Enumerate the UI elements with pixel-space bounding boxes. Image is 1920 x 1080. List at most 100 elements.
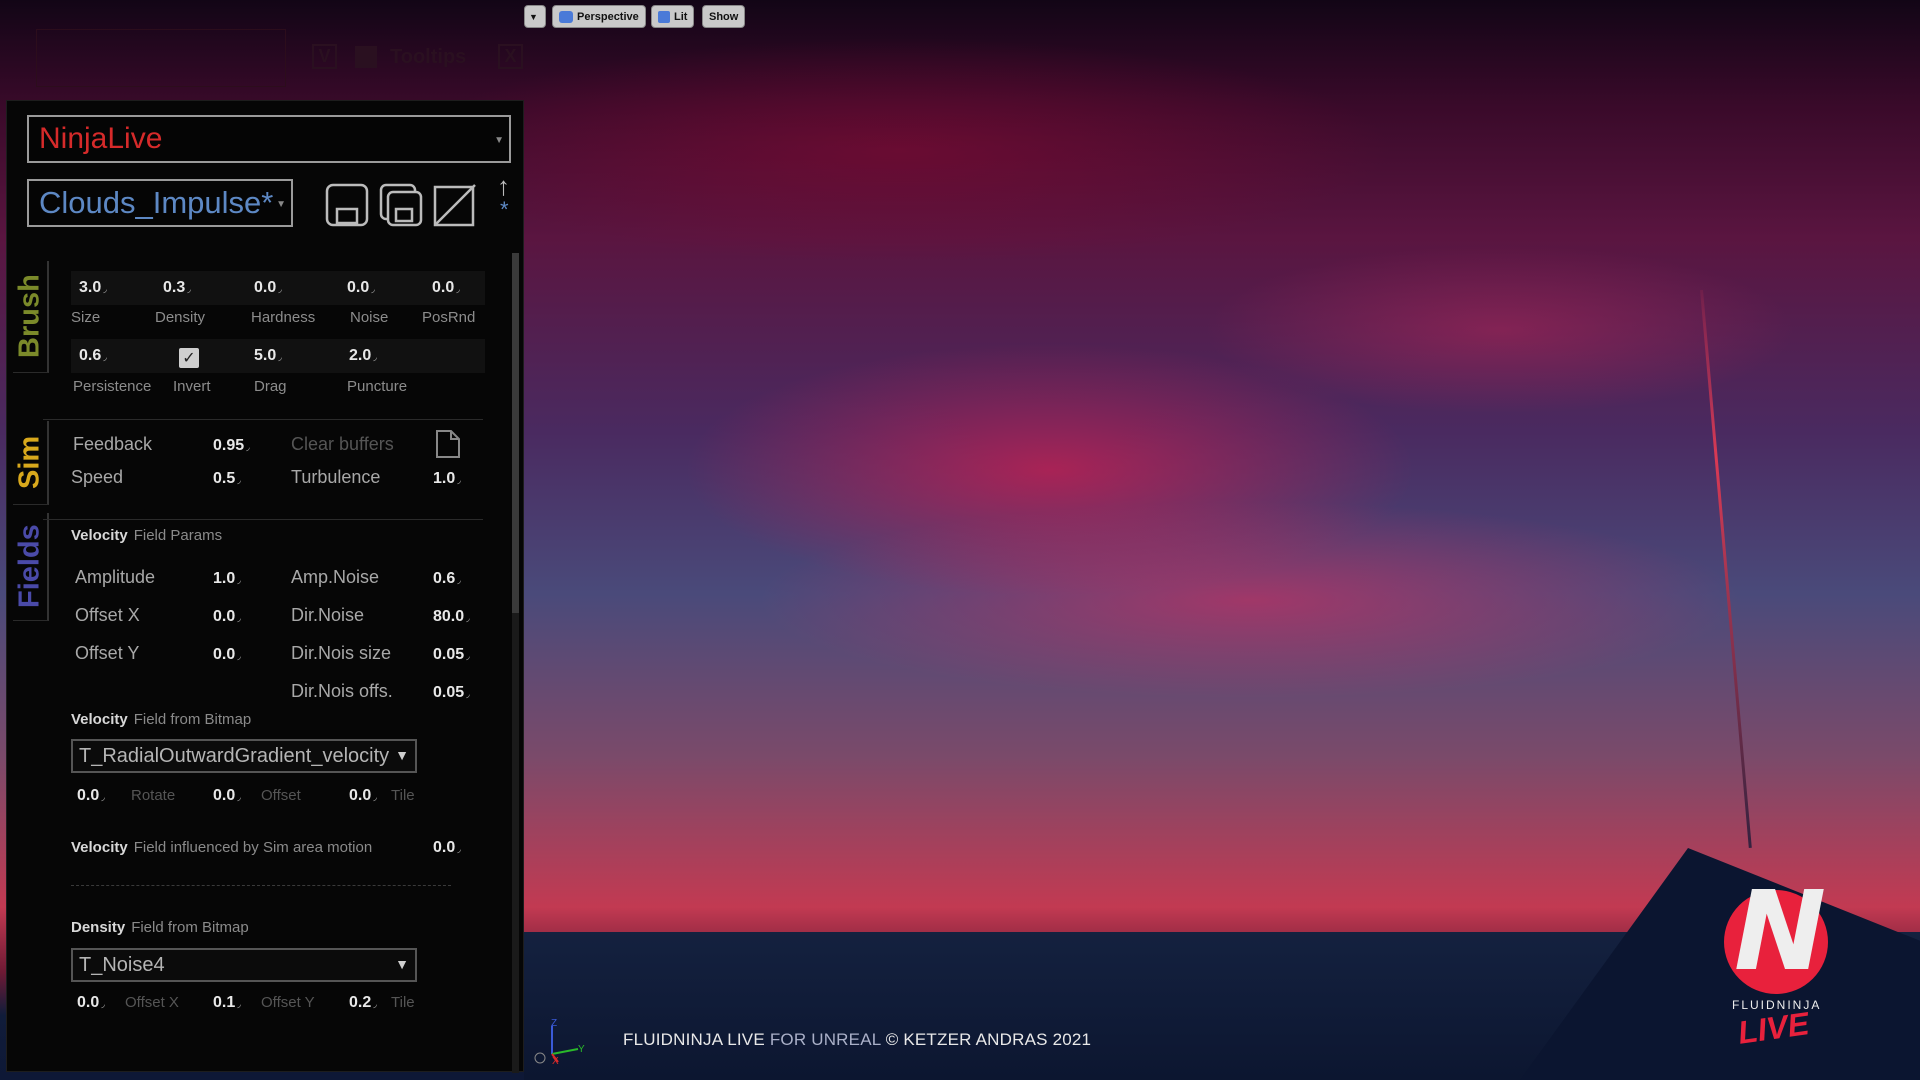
noise-label: Noise [350, 309, 389, 326]
turbulence-value[interactable]: 1.0 [433, 470, 461, 488]
section-divider [43, 519, 483, 520]
velocity-bitmap-select[interactable]: T_RadialOutwardGradient_velocity ▼ [71, 739, 417, 773]
puncture-value[interactable]: 2.0 [349, 347, 377, 365]
velocity-params-head: Velocity [71, 527, 128, 544]
bitmap-tile-label: Tile [391, 787, 415, 804]
persistence-label: Persistence [73, 378, 152, 395]
dir-nois-size-label: Dir.Nois size [291, 643, 392, 663]
dir-noise-value[interactable]: 80.0 [433, 608, 470, 626]
ghost-v-label: V [318, 46, 331, 66]
bitmap-offset-value[interactable]: 0.0 [213, 787, 241, 805]
offset-y-value[interactable]: 0.0 [213, 646, 241, 664]
posrnd-value[interactable]: 0.0 [432, 279, 460, 297]
lit-icon [658, 10, 670, 23]
tab-sim[interactable]: Sim [13, 421, 49, 505]
document-icon [436, 430, 460, 458]
velocity-motion-value[interactable]: 0.0 [433, 839, 461, 857]
offset-x-label: Offset X [75, 605, 140, 625]
velocity-params-sub: Field Params [133, 527, 223, 544]
lit-button[interactable]: Lit [651, 5, 695, 28]
drag-value[interactable]: 5.0 [254, 347, 282, 365]
save-as-button[interactable] [379, 183, 423, 227]
show-label: Show [709, 10, 739, 23]
offset-x-value[interactable]: 0.0 [213, 608, 241, 626]
puncture-label: Puncture [347, 378, 408, 395]
ghost-v-button[interactable]: V [312, 44, 337, 69]
clear-buffers-button[interactable] [435, 429, 461, 459]
offset-y-label: Offset Y [75, 643, 140, 663]
velocity-bitmap-heading: Velocity Field from Bitmap [71, 711, 251, 728]
axis-x-label: X [552, 1056, 559, 1067]
density-value[interactable]: 0.3 [163, 279, 191, 297]
logo-live: LIVE [1735, 1005, 1812, 1051]
density-heading: Density Field from Bitmap [71, 919, 249, 936]
tab-fields-label: Fields [13, 524, 46, 609]
velocity-motion-head: Velocity [71, 839, 128, 856]
feedback-label: Feedback [73, 434, 153, 454]
footer-brand: FLUIDNINJA LIVE [623, 1030, 765, 1049]
ghost-tooltips-label: Tooltips [390, 46, 467, 68]
velocity-bitmap-sub: Field from Bitmap [133, 711, 252, 728]
lit-label: Lit [674, 10, 688, 23]
hardness-value[interactable]: 0.0 [254, 279, 282, 297]
preset-select[interactable]: NinjaLive ▼ [27, 115, 511, 163]
invert-checkbox[interactable]: ✓ [179, 348, 199, 368]
size-value[interactable]: 3.0 [79, 279, 107, 297]
clear-buffers-label: Clear buffers [291, 434, 394, 454]
speed-value[interactable]: 0.5 [213, 470, 241, 488]
chevron-down-icon: ▼ [276, 199, 286, 210]
dir-nois-offs-value[interactable]: 0.05 [433, 684, 470, 702]
amp-noise-label: Amp.Noise [291, 567, 380, 587]
dir-noise-label: Dir.Noise [291, 605, 365, 625]
footer-for-unreal: FOR UNREAL [769, 1030, 881, 1049]
save-button[interactable] [325, 183, 369, 227]
persistence-value[interactable]: 0.6 [79, 347, 107, 365]
tab-brush[interactable]: Brush [13, 261, 49, 373]
modified-star: * [500, 197, 509, 222]
footer-copyright: © KETZER ANDRAS 2021 [885, 1030, 1092, 1049]
clear-preset-button[interactable] [433, 183, 477, 227]
density-offset-x-value[interactable]: 0.0 [77, 994, 105, 1012]
density-head: Density [71, 919, 126, 936]
perspective-label: Perspective [577, 10, 639, 23]
velocity-bitmap-head: Velocity [71, 711, 128, 728]
dir-nois-size-value[interactable]: 0.05 [433, 646, 470, 664]
ghost-x-label: X [504, 46, 517, 66]
perspective-button[interactable]: Perspective [552, 5, 646, 28]
tab-fields[interactable]: Fields [13, 513, 49, 621]
tab-brush-label: Brush [13, 274, 46, 359]
axis-z-label: Z [551, 1018, 558, 1029]
bitmap-tile-value[interactable]: 0.0 [349, 787, 377, 805]
checkmark-icon: ✓ [182, 350, 196, 367]
density-bitmap-select[interactable]: T_Noise4 ▼ [71, 948, 417, 982]
save-as-icon [379, 183, 423, 227]
scroll-thumb[interactable] [512, 253, 519, 613]
hardness-label: Hardness [251, 309, 316, 326]
ghost-input-box [36, 29, 286, 87]
save-icon [325, 183, 369, 227]
turbulence-label: Turbulence [291, 467, 381, 487]
scene-select[interactable]: Clouds_Impulse* ▼ [27, 179, 293, 227]
rotate-value[interactable]: 0.0 [77, 787, 105, 805]
show-button[interactable]: Show [702, 5, 746, 28]
density-sub: Field from Bitmap [131, 919, 249, 936]
noise-value[interactable]: 0.0 [347, 279, 375, 297]
chevron-down-icon: ▼ [395, 956, 409, 972]
feedback-value[interactable]: 0.95 [213, 437, 250, 455]
density-tile-value[interactable]: 0.2 [349, 994, 377, 1012]
density-tile-label: Tile [391, 994, 415, 1011]
amp-noise-value[interactable]: 0.6 [433, 570, 461, 588]
density-offset-y-value[interactable]: 0.1 [213, 994, 241, 1012]
axis-gizmo: Z Y X [530, 1018, 590, 1068]
posrnd-label: PosRnd [422, 309, 476, 326]
ghost-tooltip-checkbox[interactable] [355, 46, 377, 68]
ghost-x-button[interactable]: X [498, 44, 523, 69]
rotate-label: Rotate [131, 787, 176, 804]
viewport-options-dropdown[interactable]: ▼ [524, 5, 546, 28]
footer-credit: FLUIDNINJA LIVE FOR UNREAL © KETZER ANDR… [623, 1030, 1091, 1050]
panel-scrollbar[interactable] [512, 253, 519, 1073]
speed-label: Speed [71, 467, 124, 487]
amplitude-value[interactable]: 1.0 [213, 570, 241, 588]
strikethrough-box-icon [433, 184, 476, 227]
density-offset-y-label: Offset Y [261, 994, 315, 1011]
